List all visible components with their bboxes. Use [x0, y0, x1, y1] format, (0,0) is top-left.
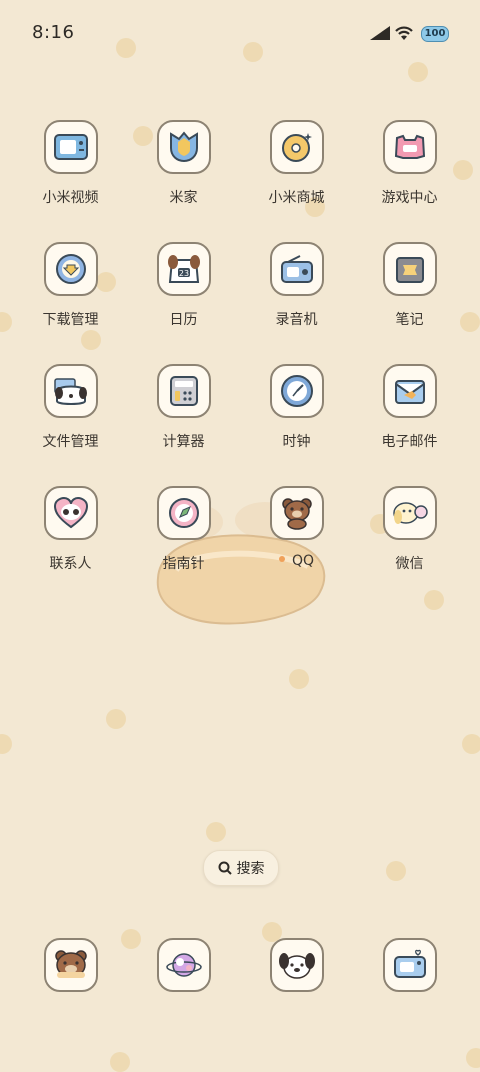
- app-calendar[interactable]: 23 日历: [127, 242, 240, 364]
- camera-cat-icon: [382, 938, 437, 992]
- status-bar: 8:16 100: [0, 0, 480, 68]
- app-label: 时钟: [282, 434, 311, 450]
- app-label: 计算器: [162, 434, 205, 450]
- app-label: 日历: [169, 312, 198, 328]
- app-xiaomi-mall[interactable]: 小米商城: [240, 120, 353, 242]
- cellular-signal-icon: [370, 26, 390, 40]
- app-label: QQ: [291, 553, 315, 569]
- app-grid: 小米视频 米家 小米商城 游戏中心 下载管理 23 日历 录音机 笔记 文件管理…: [14, 120, 466, 608]
- folder-dog-icon: [43, 364, 98, 418]
- dock: [14, 938, 466, 992]
- bear-icon: [269, 486, 324, 540]
- wifi-icon: [395, 26, 413, 40]
- app-notes[interactable]: 笔记: [353, 242, 466, 364]
- app-label: 电子邮件: [381, 434, 438, 450]
- app-label: 联系人: [49, 556, 92, 572]
- gamepad-icon: [382, 120, 437, 174]
- app-label: 微信: [395, 556, 424, 572]
- app-clock[interactable]: 时钟: [240, 364, 353, 486]
- status-time: 8:16: [32, 22, 75, 43]
- app-mijia[interactable]: 米家: [127, 120, 240, 242]
- app-label: 指南针: [162, 556, 205, 572]
- search-button[interactable]: 搜索: [203, 850, 279, 886]
- search-label: 搜索: [236, 861, 265, 877]
- puppy-chat-icon: [382, 486, 437, 540]
- heart-panda-icon: [43, 486, 98, 540]
- app-label: 游戏中心: [381, 190, 438, 206]
- app-label: 笔记: [395, 312, 424, 328]
- app-game-center[interactable]: 游戏中心: [353, 120, 466, 242]
- notification-dot: [278, 556, 285, 562]
- dock-app-4[interactable]: [353, 938, 466, 992]
- download-icon: [43, 242, 98, 296]
- calculator-icon: [156, 364, 211, 418]
- app-wechat[interactable]: 微信: [353, 486, 466, 608]
- app-label: 小米商城: [268, 190, 325, 206]
- compass-icon: [156, 486, 211, 540]
- note-bag-icon: [382, 242, 437, 296]
- clock-icon: [269, 364, 324, 418]
- bear-phone-icon: [43, 938, 98, 992]
- dock-app-3[interactable]: [240, 938, 353, 992]
- app-label: 小米视频: [42, 190, 99, 206]
- radio-icon: [269, 242, 324, 296]
- planet-cat-icon: [156, 938, 211, 992]
- dock-app-2[interactable]: [127, 938, 240, 992]
- tulip-icon: [156, 120, 211, 174]
- calendar-dog-icon: 23: [156, 242, 211, 296]
- donut-icon: [269, 120, 324, 174]
- app-label: 录音机: [275, 312, 318, 328]
- app-label: 下载管理: [42, 312, 99, 328]
- tv-cat-icon: [43, 120, 98, 174]
- app-label: 米家: [169, 190, 198, 206]
- dog-face-icon: [269, 938, 324, 992]
- app-downloads[interactable]: 下载管理: [14, 242, 127, 364]
- app-label-with-notification: QQ: [278, 553, 315, 569]
- dock-app-1[interactable]: [14, 938, 127, 992]
- mail-fish-icon: [382, 364, 437, 418]
- app-xiaomi-video[interactable]: 小米视频: [14, 120, 127, 242]
- app-file-manager[interactable]: 文件管理: [14, 364, 127, 486]
- app-qq[interactable]: QQ: [240, 486, 353, 608]
- app-contacts[interactable]: 联系人: [14, 486, 127, 608]
- search-icon: [218, 861, 232, 875]
- app-calculator[interactable]: 计算器: [127, 364, 240, 486]
- app-recorder[interactable]: 录音机: [240, 242, 353, 364]
- app-compass[interactable]: 指南针: [127, 486, 240, 608]
- app-label: 文件管理: [42, 434, 99, 450]
- svg-text:23: 23: [178, 269, 188, 278]
- app-email[interactable]: 电子邮件: [353, 364, 466, 486]
- battery-icon: 100: [421, 26, 449, 42]
